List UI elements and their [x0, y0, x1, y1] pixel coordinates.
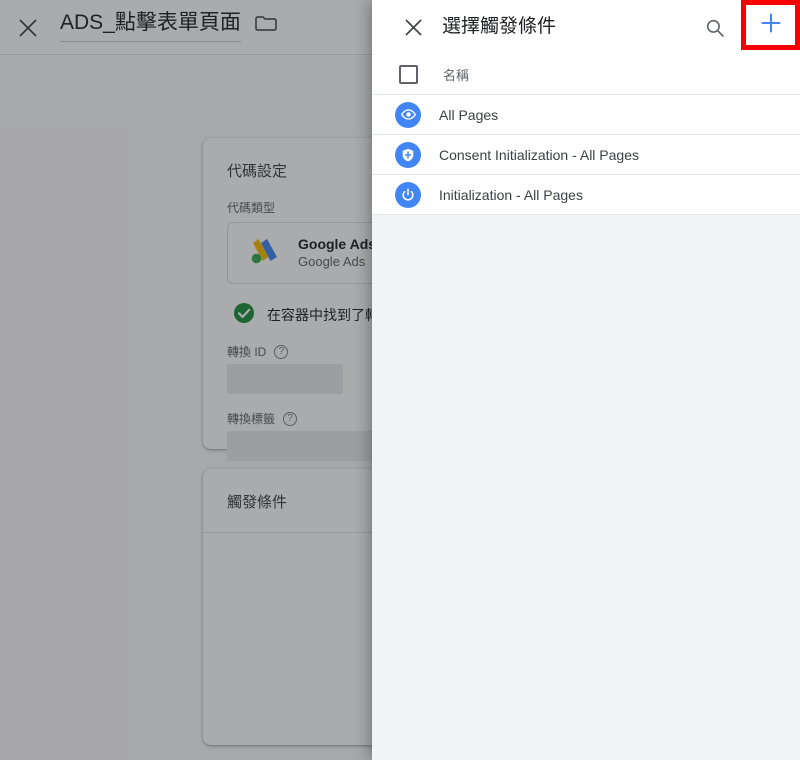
- plus-icon: [760, 12, 782, 39]
- column-header-name: 名稱: [443, 68, 470, 83]
- trigger-name: All Pages: [439, 106, 499, 123]
- trigger-list-header: 名稱: [372, 55, 800, 95]
- power-icon: [395, 181, 421, 208]
- list-item[interactable]: All Pages: [372, 95, 800, 135]
- pageview-eye-icon: [395, 101, 421, 128]
- select-all-checkbox[interactable]: [399, 65, 418, 84]
- close-icon[interactable]: [396, 10, 430, 44]
- select-trigger-panel: 選擇觸發條件 名稱 All Pages Consent Initializati…: [372, 0, 800, 760]
- list-item[interactable]: Initialization - All Pages: [372, 175, 800, 215]
- list-item[interactable]: Consent Initialization - All Pages: [372, 135, 800, 175]
- trigger-list: All Pages Consent Initialization - All P…: [372, 95, 800, 215]
- trigger-name: Initialization - All Pages: [439, 186, 583, 203]
- add-trigger-button[interactable]: [741, 0, 800, 50]
- panel-title: 選擇觸發條件: [442, 16, 557, 37]
- trigger-name: Consent Initialization - All Pages: [439, 146, 639, 163]
- shield-icon: [395, 141, 421, 168]
- search-icon[interactable]: [698, 11, 732, 45]
- panel-header: 選擇觸發條件: [372, 0, 800, 55]
